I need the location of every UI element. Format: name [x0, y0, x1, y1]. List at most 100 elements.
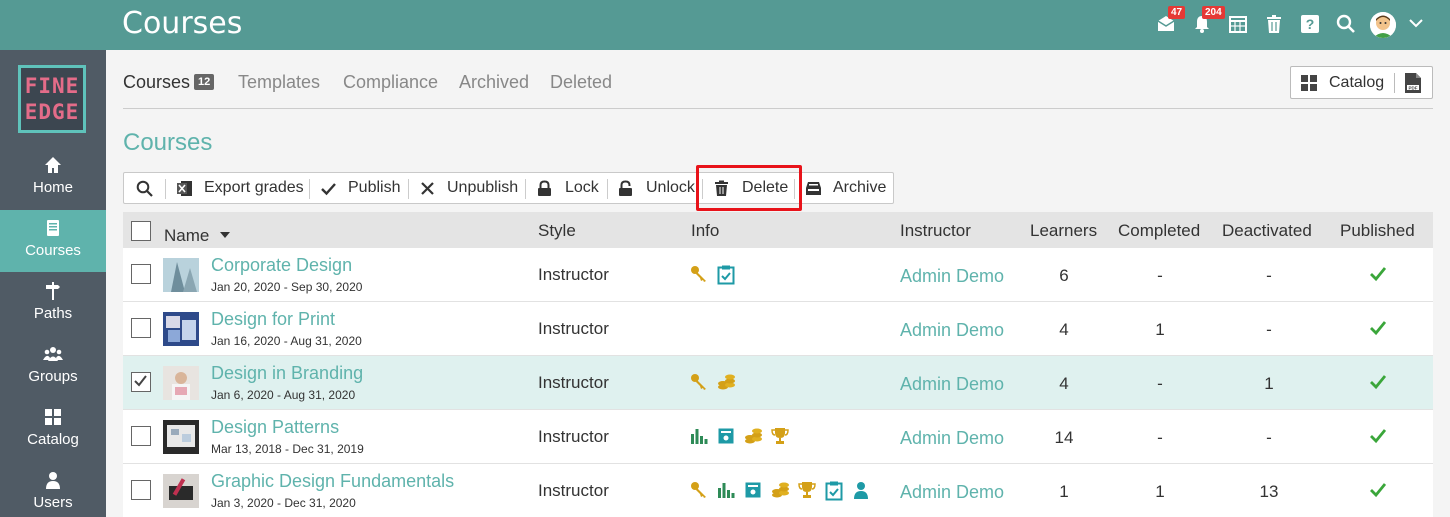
course-thumbnail [163, 420, 199, 454]
sidebar-item-home[interactable]: Home [0, 147, 106, 209]
table-row[interactable]: Design Patterns Mar 13, 2018 - Dec 31, 2… [123, 410, 1433, 464]
tab-archived[interactable]: Archived [459, 72, 529, 93]
sidebar-item-label: Home [32, 179, 73, 196]
home-icon [45, 157, 61, 173]
archive-button[interactable]: Archive [795, 173, 893, 203]
logo[interactable]: FINE EDGE [18, 65, 86, 133]
unpublish-button[interactable]: Unpublish [409, 173, 526, 203]
course-name-link[interactable]: Design in Branding [211, 363, 363, 384]
row-checkbox[interactable] [131, 264, 151, 284]
course-style: Instructor [538, 373, 609, 392]
column-header-name[interactable]: Name [164, 223, 231, 246]
sidebar-item-courses[interactable]: Courses [0, 210, 106, 272]
section-title: Courses [123, 129, 213, 156]
bell-icon[interactable]: 204 [1192, 6, 1225, 34]
lock-button[interactable]: Lock [526, 173, 607, 203]
avatar[interactable] [1370, 12, 1396, 38]
column-header-instructor[interactable]: Instructor [900, 221, 971, 241]
catalog-button[interactable]: Catalog [1329, 74, 1384, 92]
clipboard-check-icon [825, 481, 843, 506]
course-dates: Mar 13, 2018 - Dec 31, 2019 [211, 442, 364, 456]
help-icon[interactable]: ? [1300, 14, 1320, 34]
sidebar: FINE EDGE Home Courses Paths Groups Cata… [0, 50, 106, 517]
trash-icon[interactable] [1264, 14, 1284, 34]
deactivated-count: - [1266, 428, 1272, 447]
grid-icon [45, 409, 61, 425]
table-row[interactable]: Design for Print Jan 16, 2020 - Aug 31, … [123, 302, 1433, 356]
notifications-badge: 204 [1202, 6, 1225, 19]
instructor-link[interactable]: Admin Demo [900, 374, 1004, 395]
divider [1394, 73, 1395, 93]
clipboard-check-icon [717, 265, 735, 290]
table-row[interactable]: Design in Branding Jan 6, 2020 - Aug 31,… [123, 356, 1433, 410]
column-header-completed[interactable]: Completed [1118, 221, 1200, 241]
deactivated-count: - [1266, 320, 1272, 339]
tab-compliance[interactable]: Compliance [343, 72, 438, 93]
course-name-link[interactable]: Graphic Design Fundamentals [211, 471, 454, 492]
instructor-link[interactable]: Admin Demo [900, 428, 1004, 449]
course-name-link[interactable]: Design for Print [211, 309, 335, 330]
row-checkbox[interactable] [131, 480, 151, 500]
deactivated-count: 13 [1259, 482, 1279, 501]
trophy-icon [771, 427, 789, 450]
learners-count: 6 [1059, 266, 1069, 285]
row-checkbox[interactable] [131, 426, 151, 446]
tab-deleted[interactable]: Deleted [550, 72, 612, 93]
course-thumbnail [163, 258, 199, 292]
bar-chart-icon [690, 427, 708, 450]
column-header-style[interactable]: Style [538, 221, 576, 241]
sidebar-item-catalog[interactable]: Catalog [0, 399, 106, 461]
book-icon [47, 220, 59, 236]
course-dates: Jan 16, 2020 - Aug 31, 2020 [211, 334, 362, 348]
row-checkbox[interactable] [131, 318, 151, 338]
calendar-icon[interactable] [1228, 14, 1248, 34]
sidebar-item-label: Users [33, 494, 73, 511]
course-name-link[interactable]: Design Patterns [211, 417, 339, 438]
user-icon [46, 472, 60, 489]
tab-templates[interactable]: Templates [238, 72, 320, 93]
excel-icon [176, 180, 193, 202]
column-header-name-label: Name [164, 226, 210, 245]
unlock-button[interactable]: Unlock [608, 173, 703, 203]
column-header-deactivated[interactable]: Deactivated [1222, 221, 1312, 241]
chevron-down-icon[interactable] [1408, 15, 1428, 35]
row-checkbox[interactable] [131, 372, 151, 392]
search-button[interactable] [124, 173, 164, 203]
course-style: Instructor [538, 427, 609, 446]
search-icon[interactable] [1336, 14, 1356, 34]
logo-line-1: FINE [24, 74, 80, 98]
sidebar-item-groups[interactable]: Groups [0, 336, 106, 398]
publish-label: Publish [348, 179, 401, 196]
publish-button[interactable]: Publish [310, 173, 408, 203]
tabs-divider [123, 108, 1433, 109]
export-grades-button[interactable]: Export grades [166, 173, 308, 203]
sidebar-item-users[interactable]: Users [0, 462, 106, 517]
column-header-published[interactable]: Published [1340, 221, 1415, 241]
search-icon [136, 180, 153, 202]
completed-count: 1 [1155, 482, 1165, 501]
select-all-checkbox[interactable] [131, 221, 151, 241]
course-dates: Jan 6, 2020 - Aug 31, 2020 [211, 388, 356, 402]
pdf-icon[interactable]: PDF [1404, 72, 1422, 99]
sidebar-item-label: Groups [28, 368, 78, 385]
top-bar: Courses 47 204 ? [0, 0, 1450, 50]
completed-count: 1 [1155, 320, 1165, 339]
instructor-link[interactable]: Admin Demo [900, 320, 1004, 341]
grid-icon[interactable] [1300, 74, 1318, 97]
course-style: Instructor [538, 265, 609, 284]
column-header-learners[interactable]: Learners [1030, 221, 1097, 241]
checkmark-icon [134, 375, 147, 387]
key-icon [690, 373, 708, 396]
course-thumbnail [163, 474, 199, 508]
instructor-link[interactable]: Admin Demo [900, 482, 1004, 503]
messages-icon[interactable]: 47 [1156, 6, 1186, 34]
svg-text:PDF: PDF [1409, 85, 1418, 90]
table-row[interactable]: Graphic Design Fundamentals Jan 3, 2020 … [123, 464, 1433, 517]
export-grades-label: Export grades [204, 179, 304, 196]
course-name-link[interactable]: Corporate Design [211, 255, 352, 276]
tab-courses[interactable]: Courses 12 [123, 72, 215, 93]
table-row[interactable]: Corporate Design Jan 20, 2020 - Sep 30, … [123, 248, 1433, 302]
instructor-link[interactable]: Admin Demo [900, 266, 1004, 287]
sidebar-item-paths[interactable]: Paths [0, 273, 106, 335]
tab-courses-label: Courses [123, 72, 191, 92]
